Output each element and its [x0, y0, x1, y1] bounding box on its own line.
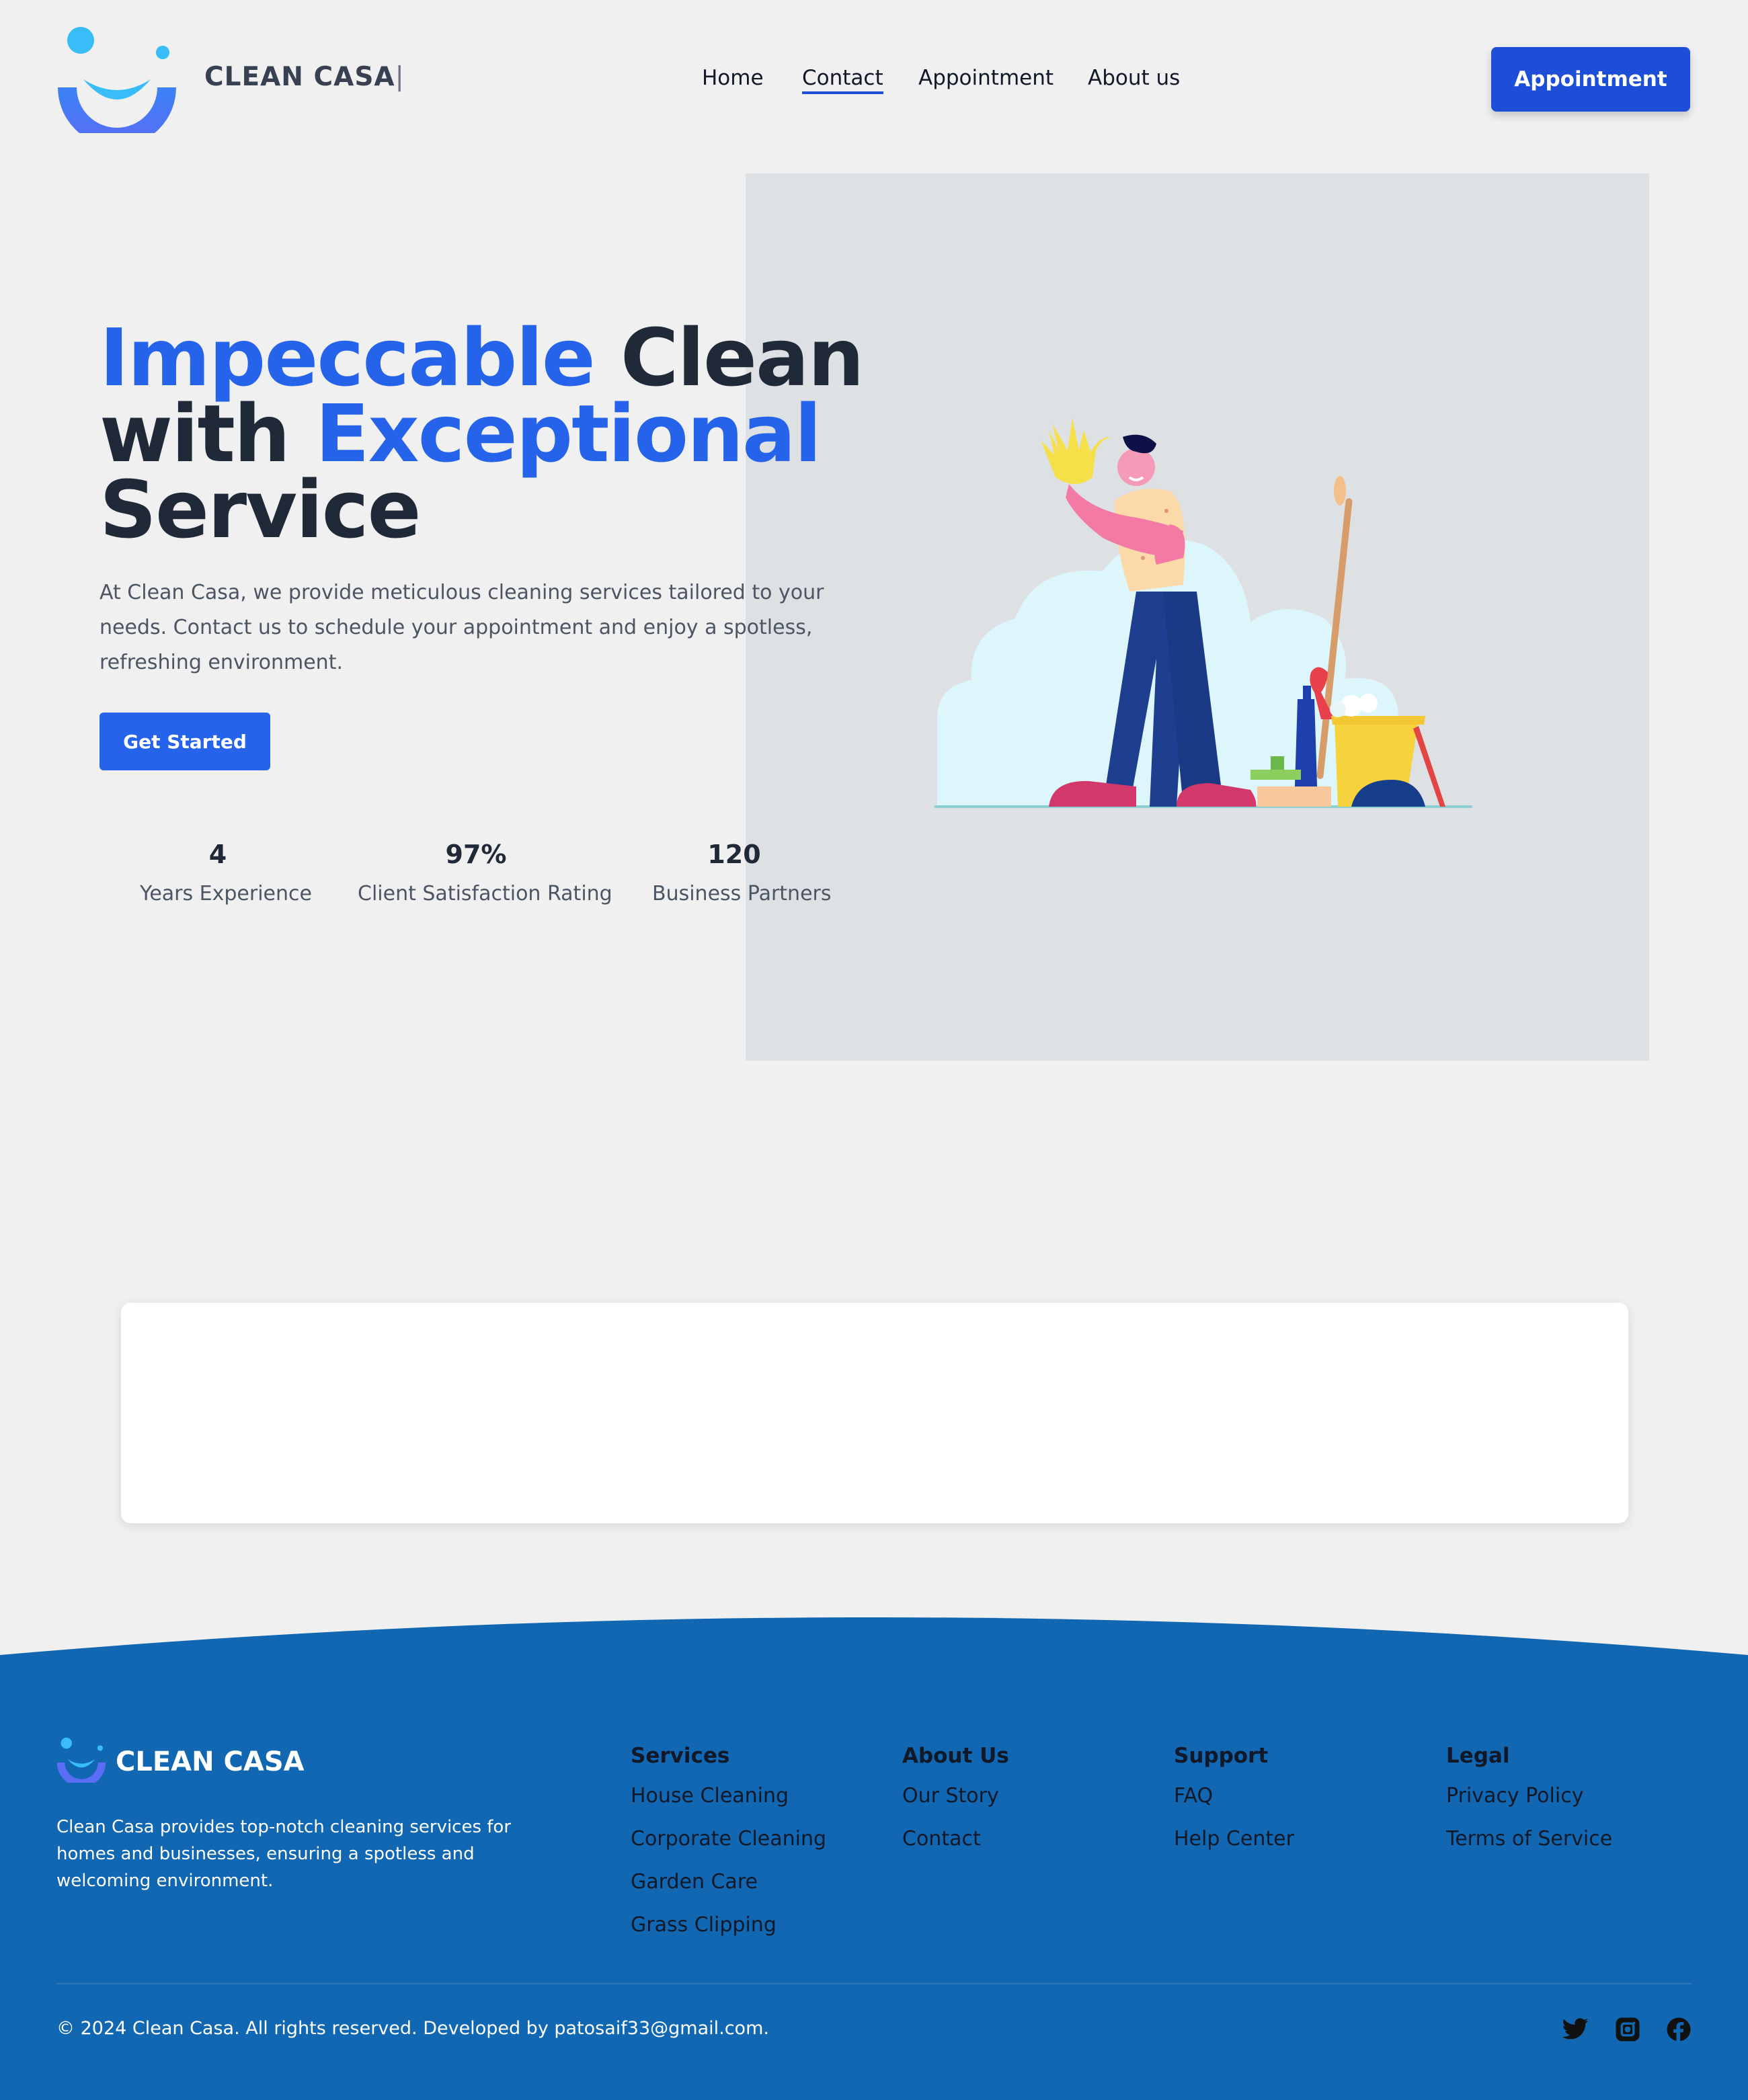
copyright-text: © 2024 Clean Casa. All rights reserved. …	[56, 2018, 769, 2039]
footer-logo-icon[interactable]	[56, 1736, 106, 1783]
twitter-icon[interactable]	[1561, 2015, 1589, 2044]
stat-years-experience: 4 Years Experience	[140, 838, 312, 905]
footer-column-legal: Legal Privacy Policy Terms of Service	[1446, 1742, 1612, 1869]
get-started-button[interactable]: Get Started	[100, 713, 270, 770]
stat-business-partners: 120 Business Partners	[652, 838, 832, 905]
footer-link-corporate-cleaning[interactable]: Corporate Cleaning	[631, 1826, 826, 1853]
content-card	[121, 1303, 1628, 1523]
nav-about-us[interactable]: About us	[1088, 66, 1180, 90]
stat-value: 120	[707, 840, 761, 869]
stat-client-satisfaction: 97% Client Satisfaction Rating	[358, 838, 612, 905]
footer-link-privacy-policy[interactable]: Privacy Policy	[1446, 1783, 1612, 1810]
footer-column-title: Support	[1174, 1744, 1269, 1768]
appointment-button[interactable]: Appointment	[1491, 47, 1690, 112]
stat-value: 97%	[445, 840, 507, 869]
footer-link-our-story[interactable]: Our Story	[902, 1783, 1009, 1810]
footer-column-services: Services House Cleaning Corporate Cleani…	[631, 1742, 826, 1955]
headline-word-service: Service	[100, 463, 422, 556]
footer-column-about: About Us Our Story Contact	[902, 1742, 1009, 1869]
nav-appointment[interactable]: Appointment	[918, 66, 1054, 90]
footer-link-help-center[interactable]: Help Center	[1174, 1826, 1294, 1853]
footer-column-title: Services	[631, 1744, 730, 1768]
footer-link-grass-clipping[interactable]: Grass Clipping	[631, 1912, 826, 1939]
nav-home[interactable]: Home	[702, 66, 764, 90]
footer-link-house-cleaning[interactable]: House Cleaning	[631, 1783, 826, 1810]
footer-link-terms-of-service[interactable]: Terms of Service	[1446, 1826, 1612, 1853]
stat-label: Business Partners	[652, 882, 832, 905]
stat-label: Client Satisfaction Rating	[358, 882, 612, 905]
footer-column-title: About Us	[902, 1744, 1009, 1768]
site-header: CLEAN CASA| Home Contact Appointment Abo…	[0, 0, 1748, 161]
footer-brand: CLEAN CASA	[116, 1746, 305, 1777]
footer-description: Clean Casa provides top-notch cleaning s…	[56, 1817, 512, 1891]
hero-headline: Impeccable Clean with Exceptional Servic…	[100, 318, 865, 549]
hero-description: At Clean Casa, we provide meticulous cle…	[100, 581, 824, 674]
stat-label: Years Experience	[140, 882, 312, 905]
nav-contact[interactable]: Contact	[802, 66, 883, 94]
footer-divider	[56, 1983, 1692, 1984]
stat-value: 4	[208, 840, 227, 869]
facebook-icon[interactable]	[1665, 2015, 1693, 2044]
footer-link-garden-care[interactable]: Garden Care	[631, 1869, 826, 1896]
footer-column-title: Legal	[1446, 1744, 1510, 1768]
footer-link-contact[interactable]: Contact	[902, 1826, 1009, 1853]
instagram-icon[interactable]	[1614, 2015, 1642, 2044]
footer-column-support: Support FAQ Help Center	[1174, 1742, 1294, 1869]
footer-link-faq[interactable]: FAQ	[1174, 1783, 1294, 1810]
cleaning-person-illustration	[935, 418, 1472, 808]
main-nav: Home Contact Appointment About us	[0, 66, 1748, 99]
